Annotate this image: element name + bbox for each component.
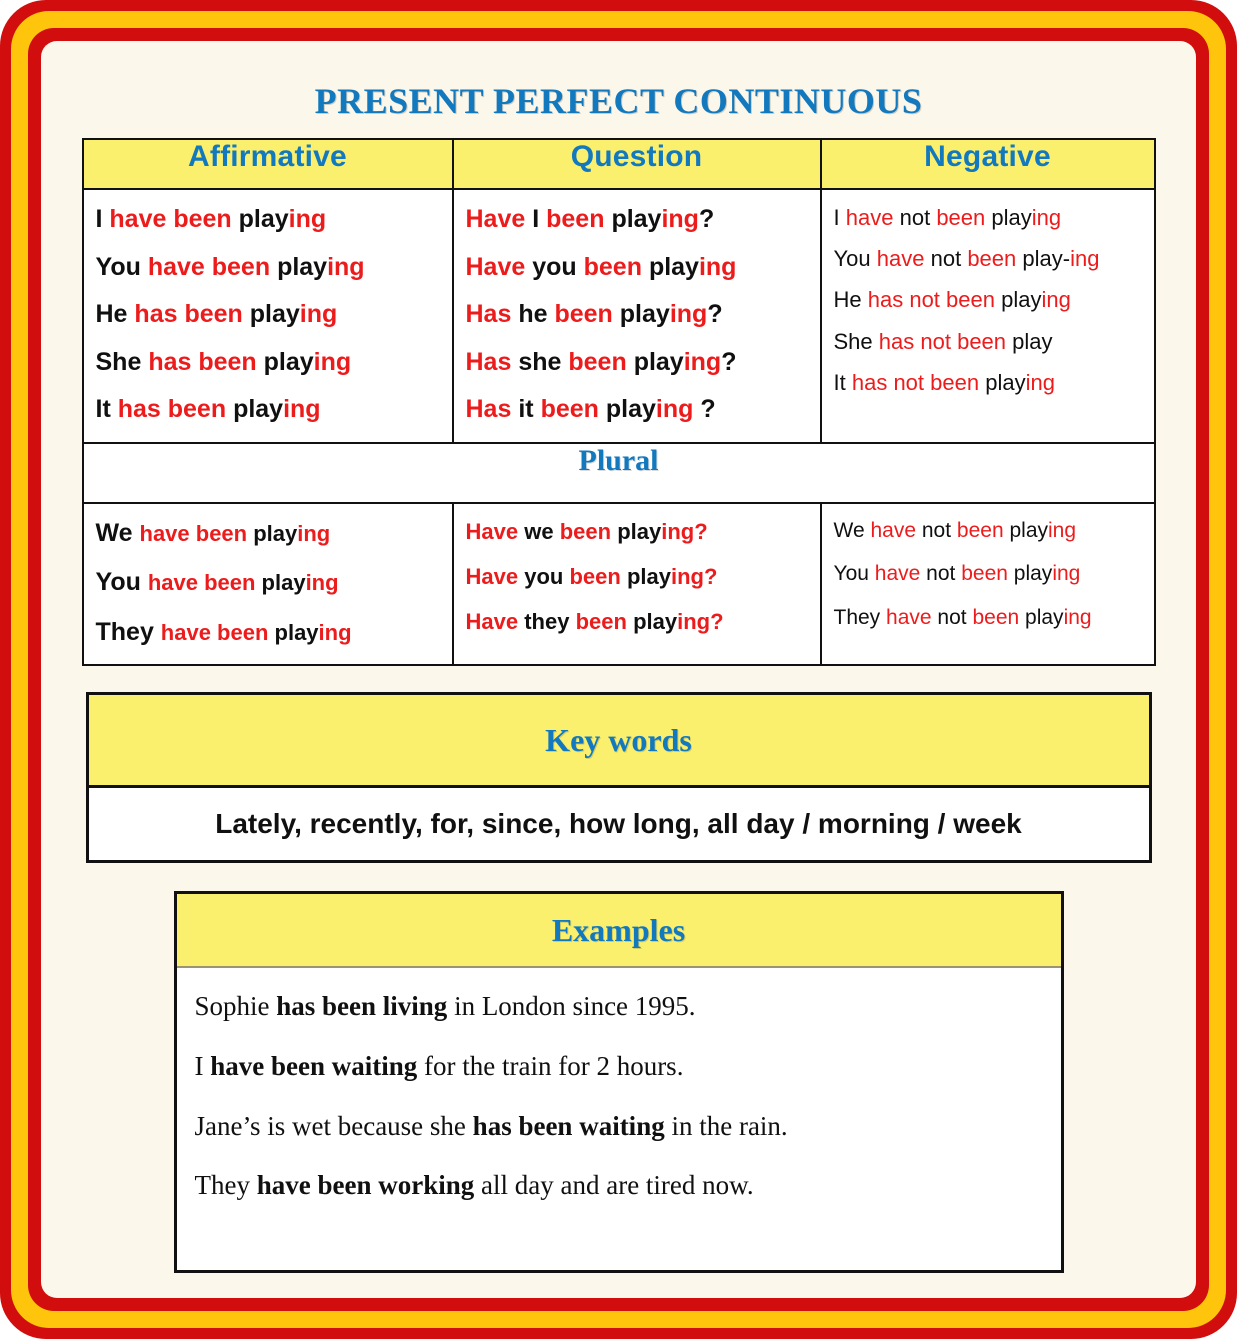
example-text-before: Sophie: [194, 991, 277, 1021]
column-header-affirmative: Affirmative: [81, 138, 454, 190]
example-verb-phrase: have been waiting: [210, 1050, 418, 1081]
cell-affirmative-singular: I have been playing You have been playing…: [81, 188, 454, 444]
example-verb-phrase: has been waiting: [472, 1110, 665, 1141]
question-singular-line: Has it been playing ?: [465, 395, 716, 423]
table-header-row: Affirmative Question Negative: [81, 138, 1156, 190]
cell-question-singular: Have I been playing? Have you been playin…: [451, 188, 822, 444]
plural-row: We have been playing You have been playin…: [81, 501, 1156, 666]
negative-singular-line: I have not been playing: [833, 205, 1062, 230]
cell-affirmative-plural: We have been playing You have been playin…: [81, 501, 454, 666]
example-sentence: I have been waiting for the train for 2 …: [195, 1050, 1061, 1084]
example-verb-phrase: have been working: [256, 1170, 475, 1201]
plural-band-row: Plural: [81, 441, 1156, 504]
affirmative-plural-line: They have been playing: [95, 617, 352, 646]
column-header-negative: Negative: [819, 138, 1156, 190]
singular-row: I have been playing You have been playing…: [81, 188, 1156, 444]
example-text-before: Jane’s is wet because she: [194, 1110, 473, 1141]
example-sentence: They have been working all day and are t…: [195, 1169, 1061, 1203]
example-sentence: Jane’s is wet because she has been waiti…: [195, 1110, 1061, 1144]
affirmative-singular-line: It has been playing: [95, 395, 321, 423]
question-singular-line: Have I been playing?: [465, 205, 715, 233]
example-text-after: in the rain.: [664, 1110, 788, 1141]
poster-frame: PRESENT PERFECT CONTINUOUS Affirmative Q…: [0, 0, 1237, 1339]
examples-heading: Examples: [176, 894, 1061, 968]
key-words-text: Lately, recently, for, since, how long, …: [215, 808, 1022, 839]
example-sentence: Sophie has been living in London since 1…: [195, 990, 1061, 1024]
plural-band-label: Plural: [81, 441, 1156, 504]
key-words-heading: Key words: [88, 695, 1149, 788]
cell-negative-plural: We have not been playing You have not bee…: [819, 501, 1156, 666]
cell-question-plural: Have we been playing? Have you been playi…: [451, 501, 822, 666]
key-words-box: Key words Lately, recently, for, since, …: [85, 692, 1152, 863]
frame-inner-red-ring: PRESENT PERFECT CONTINUOUS Affirmative Q…: [28, 28, 1209, 1311]
example-text-after: for the train for 2 hours.: [417, 1050, 684, 1081]
page-title: PRESENT PERFECT CONTINUOUS: [314, 81, 923, 121]
affirmative-singular-line: I have been playing: [95, 205, 327, 233]
conjugation-table: Affirmative Question Negative I have bee…: [81, 138, 1156, 666]
negative-singular-line: It has not been playing: [833, 369, 1055, 395]
question-plural-line: Have you been playing?: [465, 563, 718, 589]
affirmative-singular-line: She has been playing: [95, 347, 352, 376]
frame-gold-ring: PRESENT PERFECT CONTINUOUS Affirmative Q…: [11, 11, 1226, 1328]
affirmative-singular-line: He has been playing: [95, 300, 338, 328]
examples-box: Examples Sophie has been living in Londo…: [173, 891, 1064, 1273]
example-text-after: in London since 1995.: [447, 991, 696, 1021]
affirmative-plural-line: We have been playing: [95, 518, 331, 547]
question-plural-line: Have we been playing?: [465, 518, 708, 544]
examples-list: Sophie has been living in London since 1…: [177, 968, 1061, 1270]
column-header-question: Question: [451, 138, 822, 190]
affirmative-plural-line: You have been playing: [95, 568, 339, 596]
question-plural-line: Have they been playing?: [465, 608, 724, 634]
negative-singular-line: He has not been playing: [833, 287, 1071, 313]
affirmative-singular-line: You have been playing: [95, 252, 365, 281]
example-text-before: I: [194, 1050, 211, 1081]
negative-plural-line: They have not been playing: [833, 606, 1092, 630]
poster-page: PRESENT PERFECT CONTINUOUS Affirmative Q…: [41, 41, 1196, 1298]
negative-singular-line: She has not been play: [833, 328, 1053, 354]
example-text-after: all day and are tired now.: [474, 1170, 754, 1201]
example-verb-phrase: has been living: [276, 991, 448, 1021]
question-singular-line: Have you been playing: [465, 252, 737, 281]
question-singular-line: Has he been playing?: [465, 300, 723, 328]
question-singular-line: Has she been playing?: [465, 347, 737, 376]
negative-plural-line: You have not been playing: [833, 562, 1081, 586]
example-text-before: They: [194, 1170, 257, 1201]
negative-singular-line: You have not been play-ing: [833, 246, 1100, 272]
cell-negative-singular: I have not been playing You have not been…: [819, 188, 1156, 444]
negative-plural-line: We have not been playing: [833, 518, 1077, 542]
